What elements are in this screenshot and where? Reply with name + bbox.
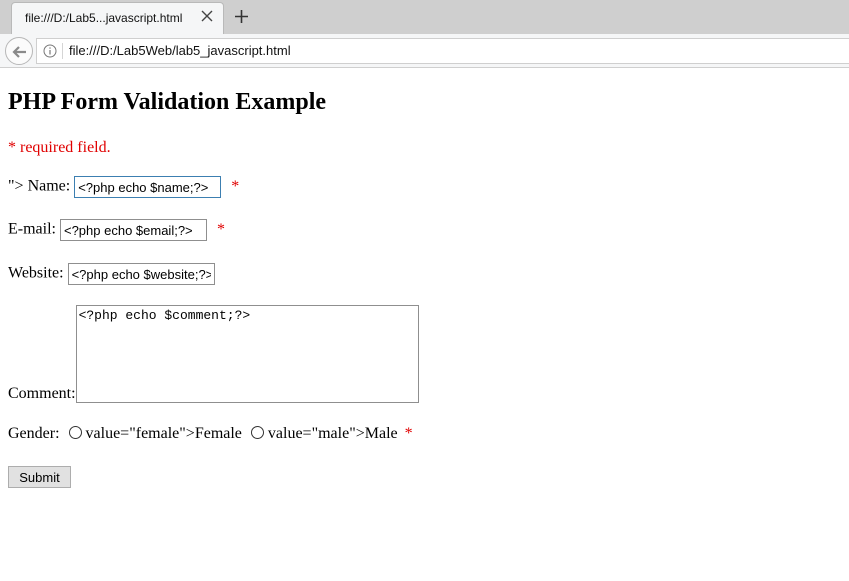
female-label: value="female">Female xyxy=(85,425,242,442)
email-row: E-mail: * xyxy=(8,219,225,241)
tab-strip: file:///D:/Lab5...javascript.html xyxy=(0,0,849,34)
website-input[interactable] xyxy=(67,263,215,285)
required-note: * required field. xyxy=(8,139,111,156)
male-label: value="male">Male xyxy=(267,425,398,442)
email-input[interactable] xyxy=(59,219,207,241)
email-required-star: * xyxy=(216,220,225,238)
gender-row: Gender: value="female">Female value="mal… xyxy=(8,425,413,443)
website-row: Website: xyxy=(8,263,215,285)
submit-row: Submit xyxy=(8,466,71,488)
submit-button[interactable]: Submit xyxy=(8,466,71,488)
gender-label: Gender: xyxy=(8,425,60,442)
comment-textarea[interactable]: <?php echo $comment;?> xyxy=(75,305,419,403)
info-icon[interactable] xyxy=(43,44,57,58)
name-required-star: * xyxy=(231,177,240,195)
email-label: E-mail: xyxy=(8,220,56,238)
name-input[interactable] xyxy=(74,176,222,198)
name-row: "> Name: * xyxy=(8,176,239,198)
browser-tab[interactable]: file:///D:/Lab5...javascript.html xyxy=(11,2,224,34)
address-bar[interactable]: file:///D:/Lab5Web/lab5_javascript.html xyxy=(36,38,849,64)
url-separator xyxy=(62,43,63,59)
tab-title: file:///D:/Lab5...javascript.html xyxy=(25,11,183,25)
url-text[interactable]: file:///D:/Lab5Web/lab5_javascript.html xyxy=(69,43,291,58)
close-tab-icon[interactable] xyxy=(200,9,214,23)
name-label: Name: xyxy=(27,177,71,195)
page-title: PHP Form Validation Example xyxy=(8,89,327,115)
comment-row: Comment:<?php echo $comment;?> xyxy=(8,305,419,403)
comment-label: Comment: xyxy=(8,385,76,402)
name-label-prefix: "> xyxy=(8,177,24,195)
back-button[interactable] xyxy=(5,37,33,65)
website-label: Website: xyxy=(8,264,64,282)
back-arrow-icon xyxy=(12,46,26,58)
navigation-bar: file:///D:/Lab5Web/lab5_javascript.html xyxy=(0,34,849,68)
male-radio[interactable] xyxy=(250,426,264,439)
new-tab-icon[interactable] xyxy=(233,8,250,25)
female-radio[interactable] xyxy=(68,426,82,439)
gender-required-star: * xyxy=(404,425,413,442)
